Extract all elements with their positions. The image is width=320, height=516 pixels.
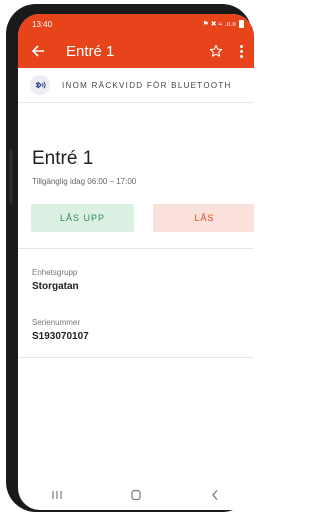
app-bar: Entré 1 — [18, 34, 254, 68]
group-value: Storgatan — [32, 281, 79, 292]
lock-name: Entré 1 — [32, 148, 94, 169]
star-icon[interactable] — [208, 43, 224, 59]
status-bar: 13:40 ⚑ ✖ ≈ .ıı.ıı — [18, 14, 254, 34]
phone-frame: 13:40 ⚑ ✖ ≈ .ıı.ıı Entré 1 INOM RÄCKVIDD… — [6, 4, 254, 512]
divider — [18, 248, 254, 249]
recents-icon[interactable] — [37, 485, 77, 505]
divider — [18, 357, 254, 358]
page-title: Entré 1 — [66, 42, 115, 60]
availability-text: Tillgänglig idag 06:00 – 17:00 — [32, 177, 137, 186]
bluetooth-status: INOM RÄCKVIDD FÖR BLUETOOTH — [18, 68, 254, 103]
serial-value: S193070107 — [32, 331, 89, 342]
status-time: 13:40 — [32, 19, 53, 29]
screen: 13:40 ⚑ ✖ ≈ .ıı.ıı Entré 1 INOM RÄCKVIDD… — [18, 14, 254, 510]
system-nav-bar — [18, 480, 254, 510]
group-label: Enhetsgrupp — [32, 268, 78, 277]
bluetooth-status-text: INOM RÄCKVIDD FÖR BLUETOOTH — [62, 80, 232, 90]
bluetooth-icon — [30, 75, 50, 95]
lock-button[interactable]: LÅS — [153, 204, 254, 232]
unlock-button[interactable]: LÅS UPP — [31, 204, 134, 232]
status-icons: ⚑ ✖ ≈ .ıı.ıı — [202, 20, 244, 28]
status-signal-icons: ⚑ ✖ ≈ .ıı.ıı — [202, 21, 237, 28]
serial-label: Serienummer — [32, 318, 81, 327]
more-vert-icon[interactable] — [236, 43, 246, 59]
home-icon[interactable] — [116, 485, 156, 505]
volume-button — [9, 149, 13, 204]
battery-icon — [239, 20, 244, 28]
back-icon[interactable] — [195, 485, 235, 505]
back-arrow-icon[interactable] — [30, 43, 46, 59]
